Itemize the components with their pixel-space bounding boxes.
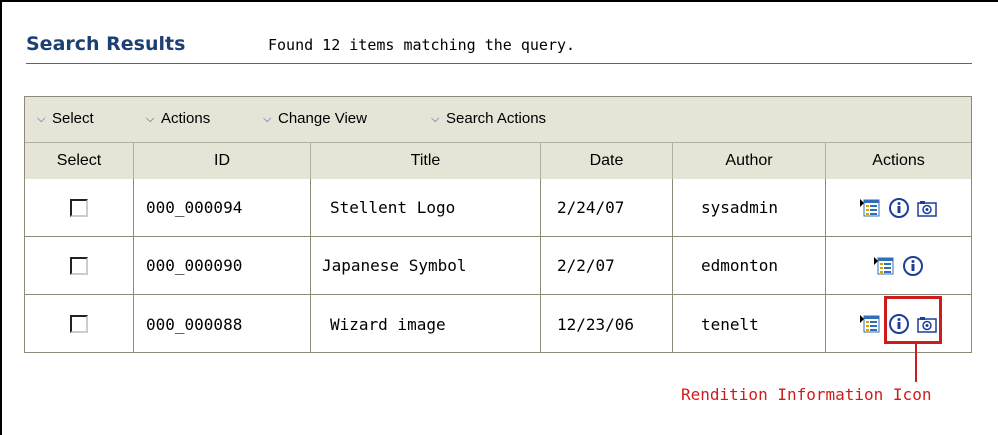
page-title: Search Results — [26, 33, 186, 55]
id-cell[interactable]: 000_000088 — [134, 295, 311, 353]
change-view-menu[interactable]: ⌵ Change View — [263, 110, 367, 127]
title-cell[interactable]: Stellent Logo — [311, 179, 541, 236]
column-header-id[interactable]: ID — [134, 143, 311, 179]
title-cell[interactable]: Wizard image — [311, 295, 541, 353]
rendition-info-icon[interactable] — [916, 197, 938, 219]
actions-menu[interactable]: ⌵ Actions — [146, 110, 210, 127]
author-cell: tenelt — [673, 295, 826, 353]
select-menu[interactable]: ⌵ Select — [37, 110, 94, 127]
table-header-row: Select ID Title Date Author Actions — [25, 143, 971, 179]
info-icon[interactable] — [888, 197, 910, 219]
callout-pointer-line — [915, 344, 917, 382]
row-checkbox[interactable] — [70, 256, 88, 275]
info-icon[interactable] — [902, 255, 924, 277]
id-cell[interactable]: 000_000090 — [134, 237, 311, 294]
title-cell[interactable]: Japanese Symbol — [311, 237, 541, 294]
author-cell: edmonton — [673, 237, 826, 294]
id-cell[interactable]: 000_000094 — [134, 179, 311, 236]
results-table: ⌵ Select ⌵ Actions ⌵ Change View ⌵ Search Ac… — [24, 96, 972, 353]
chevron-down-icon: ⌵ — [431, 113, 440, 125]
chevron-down-icon: ⌵ — [146, 113, 155, 125]
content-info-icon[interactable] — [859, 197, 882, 219]
content-info-icon[interactable] — [873, 255, 896, 277]
table-row: 000_000090 Japanese Symbol 2/2/07 edmont… — [25, 237, 971, 295]
content-info-icon[interactable] — [859, 313, 882, 335]
column-header-title[interactable]: Title — [311, 143, 541, 179]
select-menu-label: Select — [52, 110, 94, 127]
row-checkbox[interactable] — [70, 315, 88, 333]
column-header-select[interactable]: Select — [25, 143, 134, 179]
select-cell — [25, 295, 134, 353]
column-header-date[interactable]: Date — [541, 143, 673, 179]
date-cell: 2/2/07 — [541, 237, 673, 294]
author-cell: sysadmin — [673, 179, 826, 236]
table-row: 000_000094 Stellent Logo 2/24/07 sysadmi… — [25, 179, 971, 237]
actions-cell — [826, 179, 971, 236]
search-actions-menu[interactable]: ⌵ Search Actions — [431, 110, 546, 127]
table-row: 000_000088 Wizard image 12/23/06 tenelt — [25, 295, 971, 353]
actions-menu-label: Actions — [161, 110, 211, 127]
column-header-actions: Actions — [826, 143, 971, 179]
results-count-text: Found 12 items matching the query. — [268, 36, 576, 54]
chevron-down-icon: ⌵ — [37, 113, 46, 125]
chevron-down-icon: ⌵ — [263, 113, 272, 125]
callout-label: Rendition Information Icon — [681, 385, 932, 404]
rendition-icon-highlight-box — [884, 296, 942, 344]
table-toolbar: ⌵ Select ⌵ Actions ⌵ Change View ⌵ Search Ac… — [25, 97, 971, 143]
select-cell — [25, 179, 134, 236]
select-cell — [25, 237, 134, 294]
date-cell: 2/24/07 — [541, 179, 673, 236]
search-results-header: Search Results Found 12 items matching t… — [26, 33, 972, 64]
row-checkbox[interactable] — [70, 198, 88, 217]
actions-cell — [826, 237, 971, 294]
date-cell: 12/23/06 — [541, 295, 673, 353]
change-view-menu-label: Change View — [278, 110, 367, 127]
search-actions-menu-label: Search Actions — [446, 110, 547, 127]
column-header-author[interactable]: Author — [673, 143, 826, 179]
